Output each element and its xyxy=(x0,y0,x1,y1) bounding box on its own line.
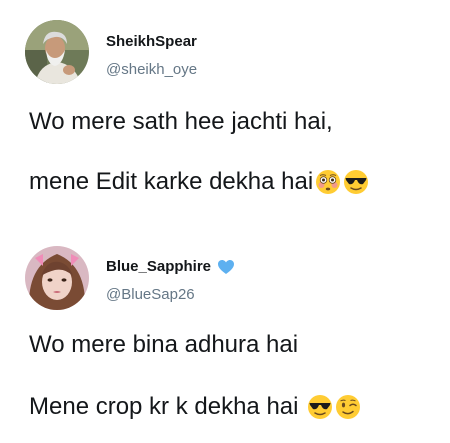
tweet-card: SheikhSpear @sheikh_oye Wo mere sath hee… xyxy=(0,0,450,220)
avatar[interactable] xyxy=(25,246,89,310)
tweet-text-line: Mene crop kr k dekha hai xyxy=(29,393,361,421)
avatar[interactable] xyxy=(25,20,89,84)
tweet-text-line: mene Edit karke dekha hai xyxy=(29,168,369,196)
tweet-text: mene Edit karke dekha hai xyxy=(29,168,314,195)
display-name[interactable]: SheikhSpear xyxy=(106,33,197,50)
user-handle[interactable]: @BlueSap26 xyxy=(106,286,195,303)
tweet-card: Blue_Sapphire @BlueSap26 Wo mere bina ad… xyxy=(0,232,450,443)
display-name[interactable]: Blue_Sapphire xyxy=(106,258,235,275)
winking-face-icon xyxy=(335,394,361,420)
display-name-text: Blue_Sapphire xyxy=(106,258,212,275)
user-handle[interactable]: @sheikh_oye xyxy=(106,61,197,78)
tweet-text: Wo mere bina adhura hai xyxy=(29,331,299,358)
tweet-text-line: Wo mere bina adhura hai xyxy=(29,331,298,359)
tweet-text-line: Wo mere sath hee jachti hai, xyxy=(29,108,333,136)
display-name-text: SheikhSpear xyxy=(106,33,197,50)
flushed-face-icon xyxy=(315,169,341,195)
tweet-text: Mene crop kr k dekha hai xyxy=(29,393,306,420)
sunglasses-face-icon xyxy=(343,169,369,195)
sunglasses-face-icon xyxy=(307,394,333,420)
tweet-text: Wo mere sath hee jachti hai, xyxy=(29,108,333,135)
blue-heart-icon xyxy=(217,259,235,275)
